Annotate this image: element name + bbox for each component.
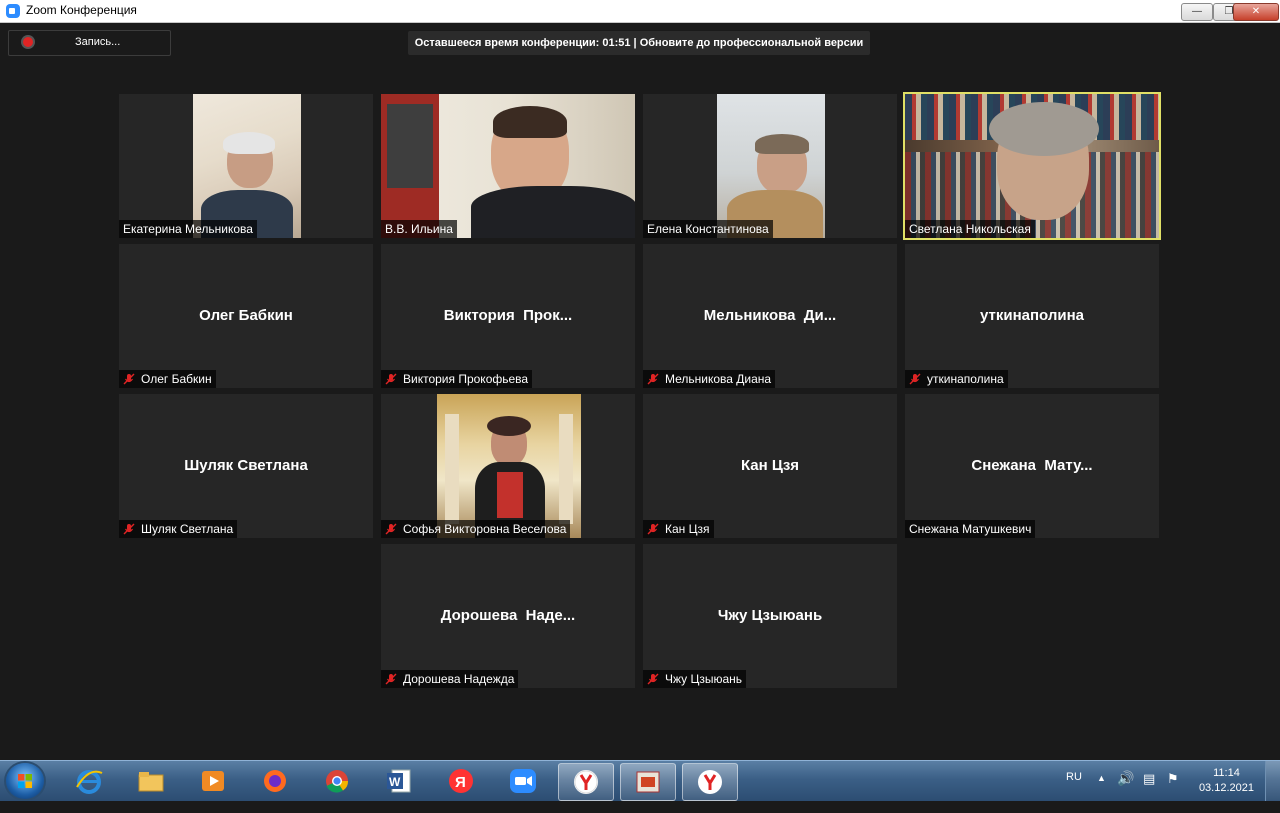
participant-tile[interactable]: Кан Цзя Кан Цзя bbox=[643, 394, 897, 538]
network-icon[interactable]: ▤ bbox=[1143, 771, 1155, 811]
muted-mic-icon bbox=[647, 673, 659, 685]
participant-tile[interactable]: Олег Бабкин Олег Бабкин bbox=[119, 244, 373, 388]
taskbar-ie[interactable] bbox=[62, 763, 116, 799]
participant-display-name: Чжу Цзыюань bbox=[717, 607, 823, 624]
system-clock[interactable]: 11:14 03.12.2021 bbox=[1199, 766, 1254, 796]
participant-name-label: Екатерина Мельникова bbox=[119, 220, 257, 238]
taskbar-firefox[interactable] bbox=[248, 763, 302, 799]
word-icon: W bbox=[387, 769, 411, 793]
participant-tile-active-speaker[interactable]: Светлана Никольская bbox=[903, 92, 1161, 240]
time-remaining-banner[interactable]: Оставшееся время конференции: 01:51 | Об… bbox=[408, 31, 870, 55]
participant-tile[interactable]: уткинаполина уткинаполина bbox=[905, 244, 1159, 388]
presentation-icon bbox=[636, 771, 660, 793]
participant-display-name: Олег Бабкин bbox=[199, 307, 293, 324]
participant-name-label: Олег Бабкин bbox=[119, 370, 216, 388]
participant-name-label: Чжу Цзыюань bbox=[643, 670, 747, 688]
folder-icon bbox=[138, 772, 164, 792]
window-titlebar: Zoom Конференция — ❐ ✕ bbox=[0, 0, 1280, 23]
volume-icon[interactable]: 🔊 bbox=[1117, 770, 1134, 810]
zoom-logo-icon bbox=[6, 4, 20, 18]
muted-mic-icon bbox=[647, 373, 659, 385]
participant-tile[interactable]: Екатерина Мельникова bbox=[119, 94, 373, 238]
windows-taskbar: W Я RU ▲ 🔊 ▤ ⚑ 11:14 03.12.2021 bbox=[0, 760, 1280, 801]
participant-tile[interactable]: Дорошева Наде... Дорошева Надежда bbox=[381, 544, 635, 688]
action-center-icon[interactable]: ⚑ bbox=[1167, 771, 1179, 811]
muted-mic-icon bbox=[385, 673, 397, 685]
minimize-button[interactable]: — bbox=[1181, 3, 1213, 21]
svg-text:Я: Я bbox=[455, 774, 466, 791]
participant-tile[interactable]: Шуляк Светлана Шуляк Светлана bbox=[119, 394, 373, 538]
participant-display-name: Снежана Мату... bbox=[971, 457, 1093, 474]
participant-name-label: Елена Константинова bbox=[643, 220, 773, 238]
participant-name-label: Светлана Никольская bbox=[905, 220, 1035, 238]
participant-name-label: Дорошева Надежда bbox=[381, 670, 519, 688]
window-title: Zoom Конференция bbox=[26, 3, 137, 17]
chrome-icon bbox=[326, 770, 349, 793]
participant-video bbox=[437, 394, 581, 538]
participant-name-label: Шуляк Светлана bbox=[119, 520, 238, 538]
taskbar-explorer[interactable] bbox=[124, 763, 178, 799]
recording-status[interactable]: Запись... bbox=[8, 30, 171, 56]
participant-name-label: уткинаполина bbox=[905, 370, 1008, 388]
clock-date: 03.12.2021 bbox=[1198, 782, 1254, 794]
yandex-browser-icon bbox=[698, 770, 722, 794]
participant-name-label: Кан Цзя bbox=[643, 520, 714, 538]
start-button[interactable] bbox=[6, 763, 44, 799]
participant-display-name: Дорошева Наде... bbox=[440, 607, 576, 624]
participant-name-label: Снежана Матушкевич bbox=[905, 520, 1036, 538]
muted-mic-icon bbox=[385, 523, 397, 535]
participant-video bbox=[717, 94, 825, 238]
participant-tile[interactable]: Мельникова Ди... Мельникова Диана bbox=[643, 244, 897, 388]
taskbar-chrome[interactable] bbox=[310, 763, 364, 799]
participant-tile[interactable]: Чжу Цзыюань Чжу Цзыюань bbox=[643, 544, 897, 688]
participant-tile[interactable]: В.В. Ильина bbox=[381, 94, 635, 238]
yandex-icon: Я bbox=[449, 769, 473, 793]
participant-tile[interactable]: Виктория Прок... Виктория Прокофьева bbox=[381, 244, 635, 388]
participant-name-label: В.В. Ильина bbox=[381, 220, 457, 238]
clock-time: 11:14 bbox=[1213, 767, 1240, 779]
participant-name-label: Софья Викторовна Веселова bbox=[381, 520, 571, 538]
participant-tile[interactable]: Снежана Мату... Снежана Матушкевич bbox=[905, 394, 1159, 538]
tray-expand-icon[interactable]: ▲ bbox=[1097, 773, 1106, 813]
close-button[interactable]: ✕ bbox=[1233, 3, 1279, 21]
participant-display-name: Кан Цзя bbox=[740, 457, 800, 474]
yandex-browser-icon bbox=[574, 770, 598, 794]
participant-display-name: Мельникова Ди... bbox=[703, 307, 837, 324]
taskbar-yandex-browser[interactable] bbox=[558, 763, 614, 801]
recording-label: Запись... bbox=[75, 36, 121, 48]
windows-logo-icon bbox=[18, 774, 32, 788]
zoom-icon bbox=[510, 769, 536, 793]
muted-mic-icon bbox=[385, 373, 397, 385]
taskbar-word[interactable]: W bbox=[372, 763, 426, 799]
muted-mic-icon bbox=[123, 373, 135, 385]
muted-mic-icon bbox=[647, 523, 659, 535]
muted-mic-icon bbox=[909, 373, 921, 385]
participant-name-label: Виктория Прокофьева bbox=[381, 370, 533, 388]
participant-video bbox=[381, 94, 635, 238]
participant-tile[interactable]: Софья Викторовна Веселова bbox=[381, 394, 635, 538]
participant-video bbox=[193, 94, 301, 238]
record-icon bbox=[23, 37, 33, 47]
participant-display-name: Виктория Прок... bbox=[443, 307, 573, 324]
taskbar-yandex-browser-2[interactable] bbox=[682, 763, 738, 801]
media-player-icon bbox=[202, 771, 224, 791]
taskbar-presentation[interactable] bbox=[620, 763, 676, 801]
internet-explorer-icon bbox=[76, 770, 103, 794]
participant-name-label: Мельникова Диана bbox=[643, 370, 776, 388]
participant-display-name: Шуляк Светлана bbox=[184, 457, 308, 474]
taskbar-yandex[interactable]: Я bbox=[434, 763, 488, 799]
svg-text:W: W bbox=[389, 775, 401, 789]
muted-mic-icon bbox=[123, 523, 135, 535]
participant-tile[interactable]: Елена Константинова bbox=[643, 94, 897, 238]
taskbar-media-player[interactable] bbox=[186, 763, 240, 799]
participant-video bbox=[905, 94, 1159, 238]
participant-display-name: уткинаполина bbox=[979, 307, 1084, 324]
firefox-icon bbox=[264, 770, 286, 792]
taskbar-zoom[interactable] bbox=[496, 763, 550, 799]
language-indicator[interactable]: RU bbox=[1066, 771, 1082, 811]
show-desktop-button[interactable] bbox=[1265, 761, 1280, 801]
